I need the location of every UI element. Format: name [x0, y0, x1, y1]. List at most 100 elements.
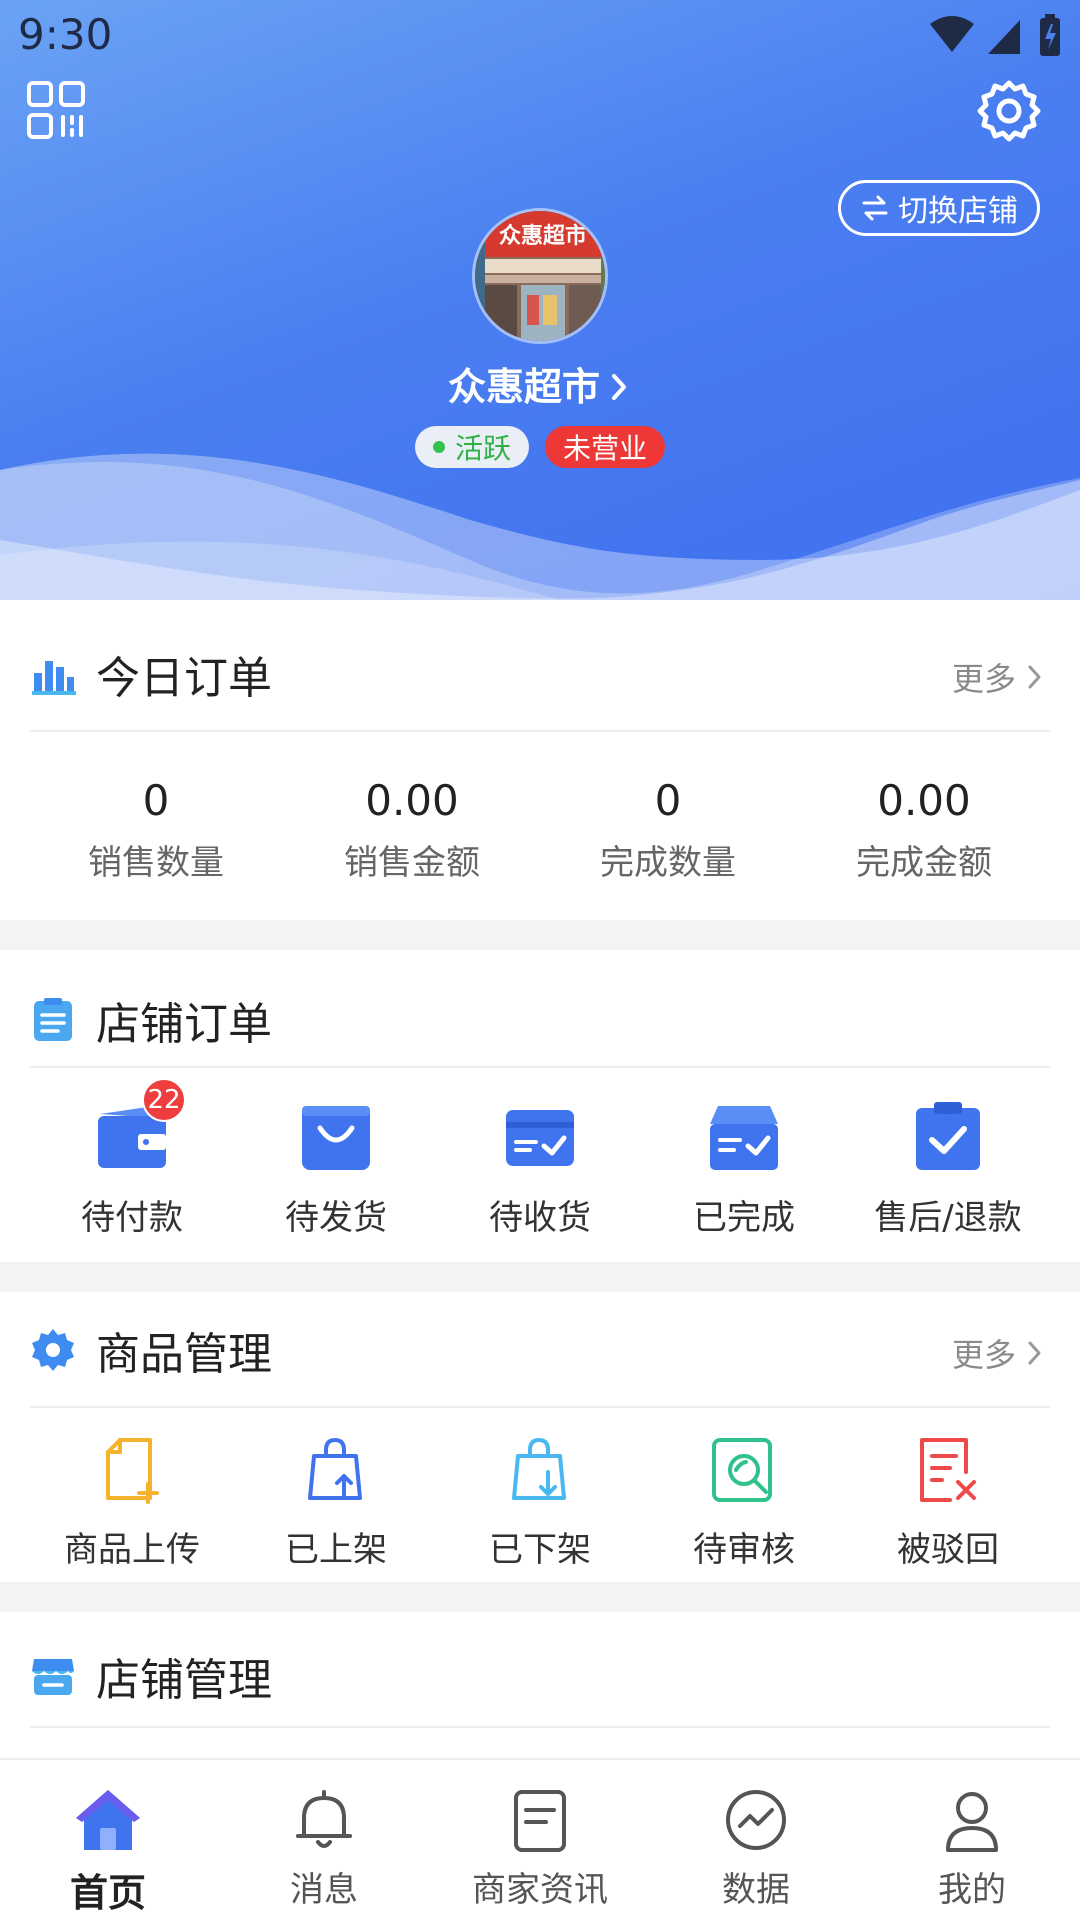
- order-after-sales[interactable]: 售后/退款: [846, 1100, 1050, 1239]
- goods-pending-review[interactable]: 待审核: [642, 1432, 846, 1571]
- tab-messages[interactable]: 消息: [216, 1760, 432, 1920]
- section-title: 店铺管理: [96, 1655, 272, 1706]
- stat-sales-amount[interactable]: 0.00 销售金额: [284, 776, 540, 884]
- stat-label: 完成金额: [856, 843, 992, 883]
- store-avatar[interactable]: 众惠超市: [472, 208, 608, 344]
- stat-label: 销售金额: [344, 843, 480, 883]
- tab-merchant-news[interactable]: 商家资讯: [432, 1760, 648, 1920]
- store-name: 众惠超市: [447, 365, 600, 409]
- section-title: 商品管理: [96, 1329, 272, 1380]
- tab-label: 首页: [69, 1871, 146, 1915]
- clipboard-list-icon: [34, 998, 72, 1041]
- user-icon: [946, 1792, 998, 1852]
- box-check-icon: [710, 1106, 778, 1170]
- qr-scan-icon[interactable]: [26, 80, 86, 140]
- switch-store-button[interactable]: 切换店铺: [838, 180, 1040, 236]
- section-title: 今日订单: [96, 653, 272, 704]
- shopping-bag-icon: [302, 1106, 370, 1170]
- bag-up-icon: [308, 1438, 362, 1500]
- bottom-tab-bar: 首页 消息 商家资讯 数据 我的: [0, 1758, 1080, 1920]
- stat-completed-count[interactable]: 0 完成数量: [540, 776, 796, 884]
- review-search-icon: [712, 1438, 772, 1502]
- grid-item-label: 待付款: [81, 1198, 183, 1238]
- closed-status-badge: 未营业: [545, 426, 666, 468]
- bag-down-icon: [512, 1438, 566, 1500]
- order-completed[interactable]: 已完成: [642, 1100, 846, 1239]
- active-status-label: 活跃: [454, 432, 511, 465]
- divider: [30, 1406, 1050, 1408]
- order-pending-shipment[interactable]: 待发货: [234, 1100, 438, 1239]
- today-stats-row: 0 销售数量 0.00 销售金额 0 完成数量 0.00 完成金额: [28, 776, 1080, 884]
- tab-data[interactable]: 数据: [648, 1760, 864, 1920]
- goods-management-grid: 商品上传 已上架 已下架 待审核 被驳回: [30, 1432, 1050, 1571]
- goods-management-more-link[interactable]: 更多: [952, 1330, 1044, 1376]
- more-label: 更多: [951, 1336, 1016, 1374]
- signal-icon: [988, 20, 1020, 54]
- store-management-title: 店铺管理: [30, 1646, 272, 1706]
- store-name-link[interactable]: 众惠超市: [0, 356, 1080, 411]
- grid-item-label: 商品上传: [64, 1530, 200, 1570]
- stat-value: 0.00: [877, 776, 971, 825]
- stat-value: 0: [654, 776, 682, 825]
- clipboard-check-icon: [916, 1102, 980, 1170]
- chevron-right-icon: [612, 374, 626, 400]
- store-orders-title: 店铺订单: [30, 990, 272, 1050]
- stat-sales-count[interactable]: 0 销售数量: [28, 776, 284, 884]
- grid-item-label: 已完成: [693, 1198, 795, 1238]
- store-orders-grid: 22 待付款 待发货 待收货 已完成 售后/退款: [30, 1078, 1050, 1239]
- home-icon: [76, 1790, 140, 1850]
- store-header: 9:30 切换店铺 众惠超市 众惠超市 活跃 未营业: [0, 0, 1080, 610]
- store-status-tags: 活跃 未营业: [0, 426, 1080, 468]
- store-management-card: 店铺管理: [0, 1612, 1080, 1758]
- notification-badge: 22: [142, 1078, 186, 1122]
- chart-circle-icon: [726, 1790, 786, 1850]
- storefront-icon: [32, 1659, 74, 1695]
- grid-item-label: 已下架: [489, 1530, 591, 1570]
- bell-icon: [296, 1790, 352, 1848]
- status-time: 9:30: [18, 10, 113, 59]
- status-icons: [930, 14, 1060, 56]
- svg-text:众惠超市: 众惠超市: [499, 223, 587, 249]
- status-bar: 9:30: [0, 0, 1080, 74]
- swap-icon: [862, 195, 888, 221]
- grid-item-label: 待发货: [285, 1198, 387, 1238]
- store-orders-card: 店铺订单 22 待付款 待发货 待收货 已完成 售后/退款: [0, 950, 1080, 1262]
- tab-home[interactable]: 首页: [0, 1760, 216, 1920]
- grid-item-label: 已上架: [285, 1530, 387, 1570]
- closed-status-label: 未营业: [563, 432, 648, 465]
- storefront-photo: 众惠超市: [475, 211, 605, 341]
- today-orders-more-link[interactable]: 更多: [952, 654, 1044, 700]
- tab-label: 我的: [938, 1870, 1006, 1910]
- card-check-icon: [506, 1110, 574, 1166]
- grid-item-label: 待收货: [489, 1198, 591, 1238]
- tab-label: 数据: [722, 1870, 790, 1910]
- active-status-badge: 活跃: [414, 426, 529, 468]
- chevron-right-icon: [1028, 1341, 1041, 1365]
- divider: [30, 1726, 1050, 1728]
- order-pending-payment[interactable]: 22 待付款: [30, 1078, 234, 1239]
- stat-completed-amount[interactable]: 0.00 完成金额: [796, 776, 1052, 884]
- today-orders-card: 今日订单 更多 0 销售数量 0.00 销售金额 0 完成数量 0.00 完成金…: [0, 610, 1080, 920]
- goods-on-shelf[interactable]: 已上架: [234, 1432, 438, 1571]
- switch-store-label: 切换店铺: [898, 194, 1018, 229]
- gear-icon[interactable]: [976, 78, 1042, 144]
- chevron-right-icon: [1028, 665, 1041, 689]
- goods-off-shelf[interactable]: 已下架: [438, 1432, 642, 1571]
- grid-item-label: 被驳回: [897, 1530, 999, 1570]
- goods-upload[interactable]: 商品上传: [30, 1432, 234, 1571]
- bar-chart-icon: [32, 661, 76, 695]
- section-title: 店铺订单: [96, 999, 272, 1050]
- order-pending-receipt[interactable]: 待收货: [438, 1100, 642, 1239]
- tab-mine[interactable]: 我的: [864, 1760, 1080, 1920]
- stat-label: 销售数量: [88, 843, 224, 883]
- goods-management-card: 商品管理 更多 商品上传 已上架 已下架 待审核 被驳回: [0, 1292, 1080, 1582]
- more-label: 更多: [951, 660, 1016, 698]
- file-add-icon: [106, 1438, 159, 1504]
- grid-item-label: 待审核: [693, 1530, 795, 1570]
- news-doc-icon: [514, 1790, 566, 1852]
- grid-item-label: 售后/退款: [874, 1198, 1022, 1238]
- stat-value: 0.00: [365, 776, 459, 825]
- goods-rejected[interactable]: 被驳回: [846, 1432, 1050, 1571]
- rejected-doc-icon: [920, 1438, 976, 1502]
- stat-value: 0: [142, 776, 170, 825]
